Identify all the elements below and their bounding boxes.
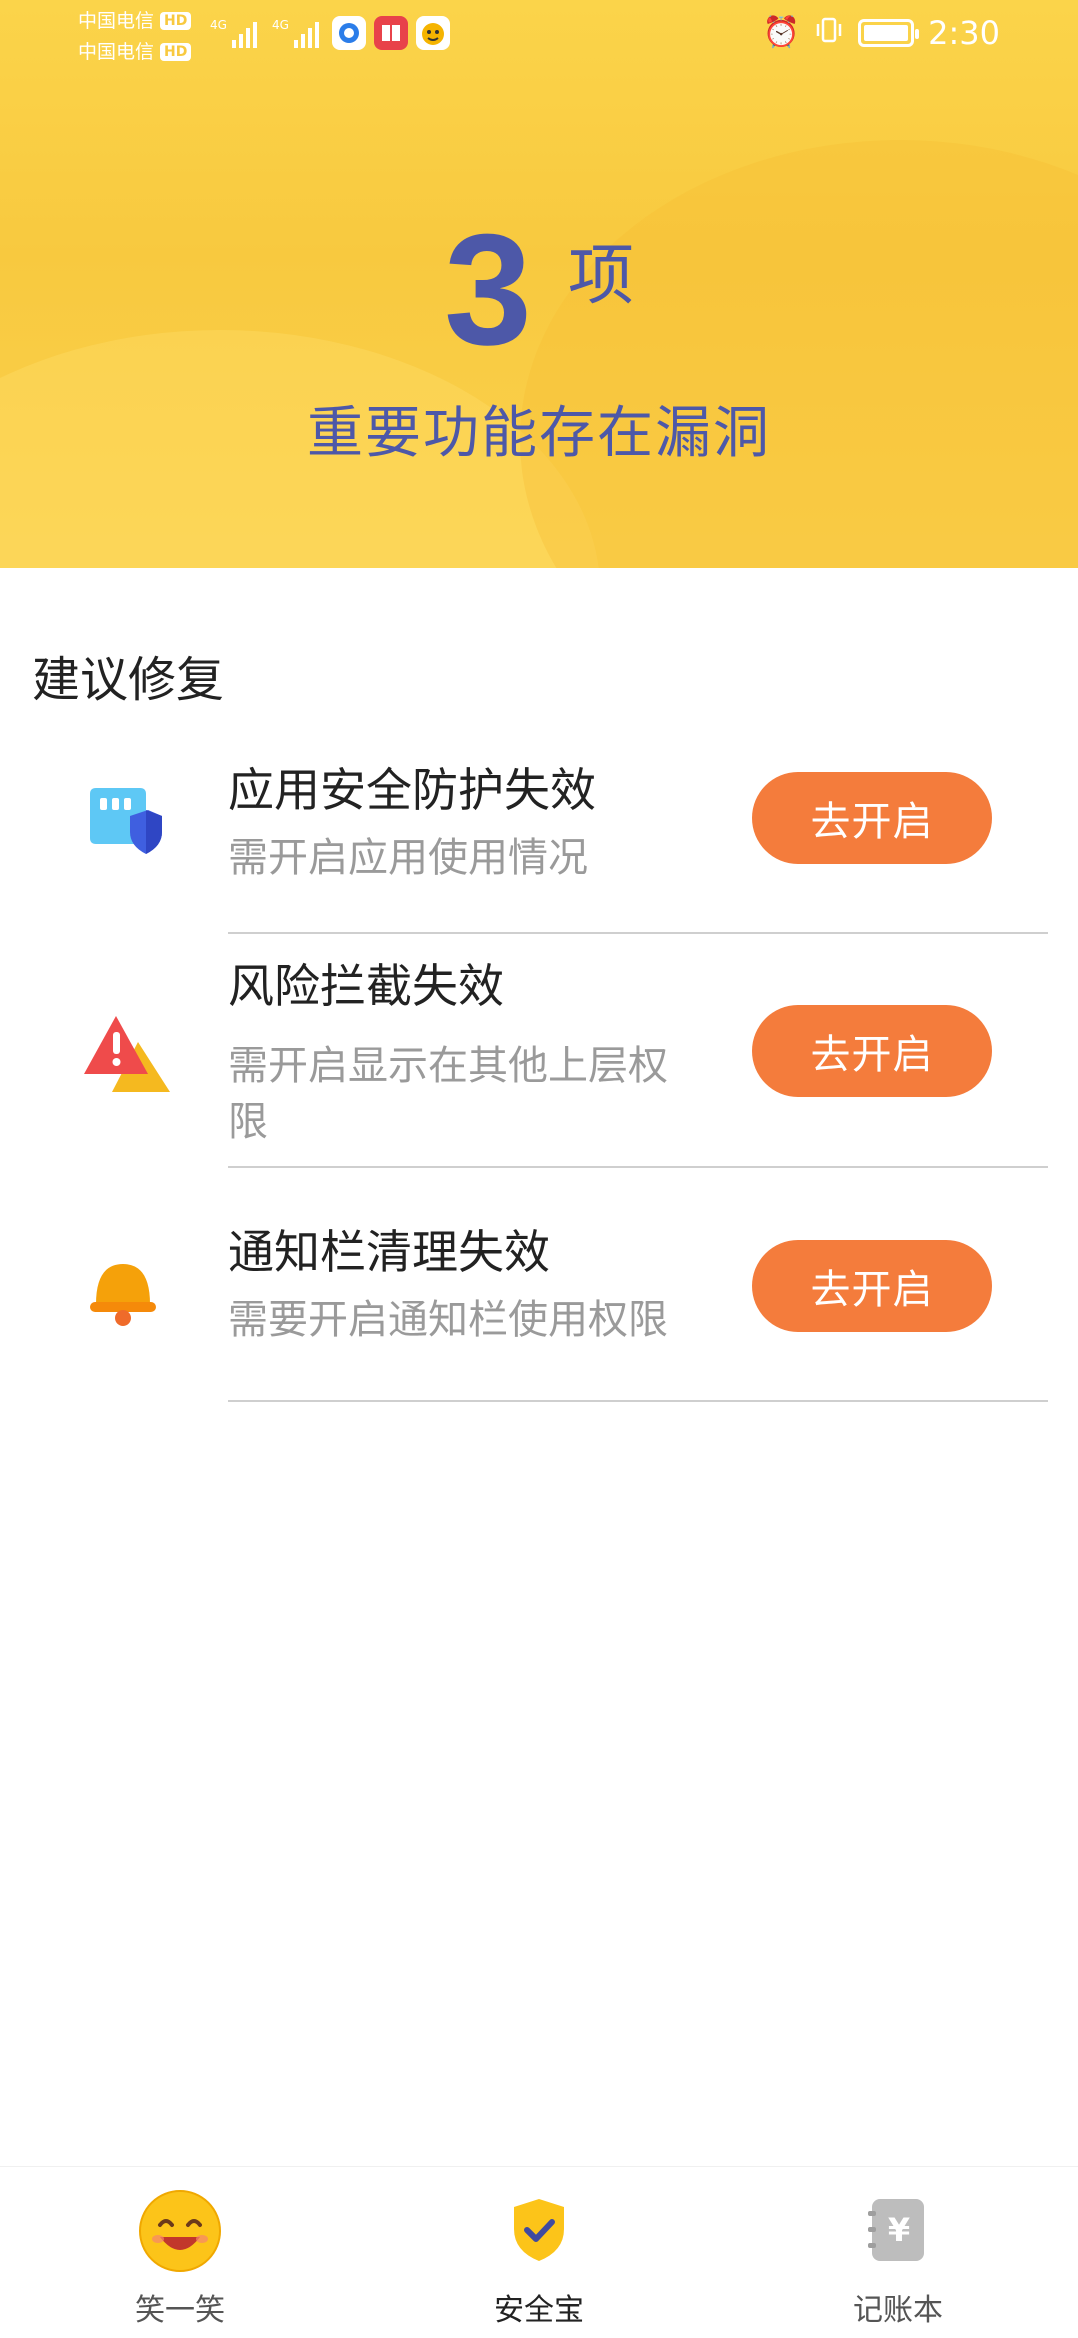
carrier-2-label: 中国电信 (78, 41, 155, 63)
hd-badge: HD (160, 12, 192, 30)
tab-ledger-label: 记账本 (853, 2293, 943, 2328)
fix-item-risk-intercept: 风险拦截失效 需开启显示在其他上层权限 去开启 (0, 950, 1078, 1164)
enable-notification-cleanup-button[interactable]: 去开启 (752, 1240, 992, 1332)
item-title: 应用安全防护失效 (228, 763, 596, 817)
yen-notebook-icon: ¥ (868, 2197, 928, 2267)
hero-header: 中国电信 HD 中国电信 HD 4G 4G ⏰ 2:30 3 项 重要功能存在漏… (0, 0, 1078, 568)
notification-app-icon (332, 16, 366, 50)
vibrate-icon (814, 15, 844, 51)
hero-count-row: 3 项 (0, 202, 1078, 378)
vulnerability-count: 3 (444, 202, 532, 378)
item-title: 通知栏清理失效 (228, 1225, 550, 1279)
fix-item-app-protection: 应用安全防护失效 需开启应用使用情况 去开启 (0, 740, 1078, 936)
enable-risk-intercept-button[interactable]: 去开启 (752, 1005, 992, 1097)
tab-laugh[interactable]: 笑一笑 (80, 2167, 280, 2338)
status-bar: 中国电信 HD 中国电信 HD 4G 4G ⏰ 2:30 (0, 0, 1078, 72)
carrier-1: 中国电信 HD (78, 10, 192, 32)
tab-security[interactable]: 安全宝 (439, 2167, 639, 2338)
tab-laugh-label: 笑一笑 (135, 2293, 225, 2328)
count-unit: 项 (567, 237, 634, 314)
signal-icon: 4G (210, 18, 257, 48)
divider (228, 1400, 1048, 1402)
network-type-label: 4G (210, 18, 227, 32)
network-type-label: 4G (272, 18, 289, 32)
item-description: 需要开启通知栏使用权限 (228, 1297, 668, 1343)
bell-icon (82, 1252, 164, 1334)
enable-app-protection-button[interactable]: 去开启 (752, 772, 992, 864)
item-description: 需开启显示在其他上层权限 (228, 1043, 668, 1145)
cartoon-app-icon (416, 16, 450, 50)
bottom-nav: 笑一笑 安全宝 ¥ 记账本 (0, 2166, 1078, 2338)
shield-check-icon (508, 2195, 570, 2269)
tab-security-label: 安全宝 (494, 2293, 584, 2328)
clock-time: 2:30 (928, 14, 1000, 52)
divider (228, 1166, 1048, 1168)
item-description: 需开启应用使用情况 (228, 835, 588, 881)
status-right: ⏰ 2:30 (763, 14, 1000, 52)
tab-ledger[interactable]: ¥ 记账本 (798, 2167, 998, 2338)
section-title: 建议修复 (32, 652, 225, 708)
reader-app-icon (374, 16, 408, 50)
hero-subtitle: 重要功能存在漏洞 (307, 401, 771, 466)
signal-icon: 4G (272, 18, 319, 48)
app-shield-icon (82, 780, 164, 862)
smiley-icon (138, 2189, 222, 2277)
battery-icon (858, 19, 920, 47)
fix-item-notification-cleanup: 通知栏清理失效 需要开启通知栏使用权限 去开启 (0, 1190, 1078, 1402)
hd-badge: HD (160, 43, 192, 61)
alarm-icon: ⏰ (762, 15, 801, 50)
warning-icon (82, 1012, 170, 1094)
divider (228, 932, 1048, 934)
item-title: 风险拦截失效 (228, 959, 504, 1013)
page: 中国电信 HD 中国电信 HD 4G 4G ⏰ 2:30 3 项 重要功能存在漏… (0, 0, 1078, 2338)
carrier-2: 中国电信 HD (78, 41, 192, 63)
svg-text:¥: ¥ (888, 2211, 910, 2249)
carrier-1-label: 中国电信 (78, 10, 155, 32)
